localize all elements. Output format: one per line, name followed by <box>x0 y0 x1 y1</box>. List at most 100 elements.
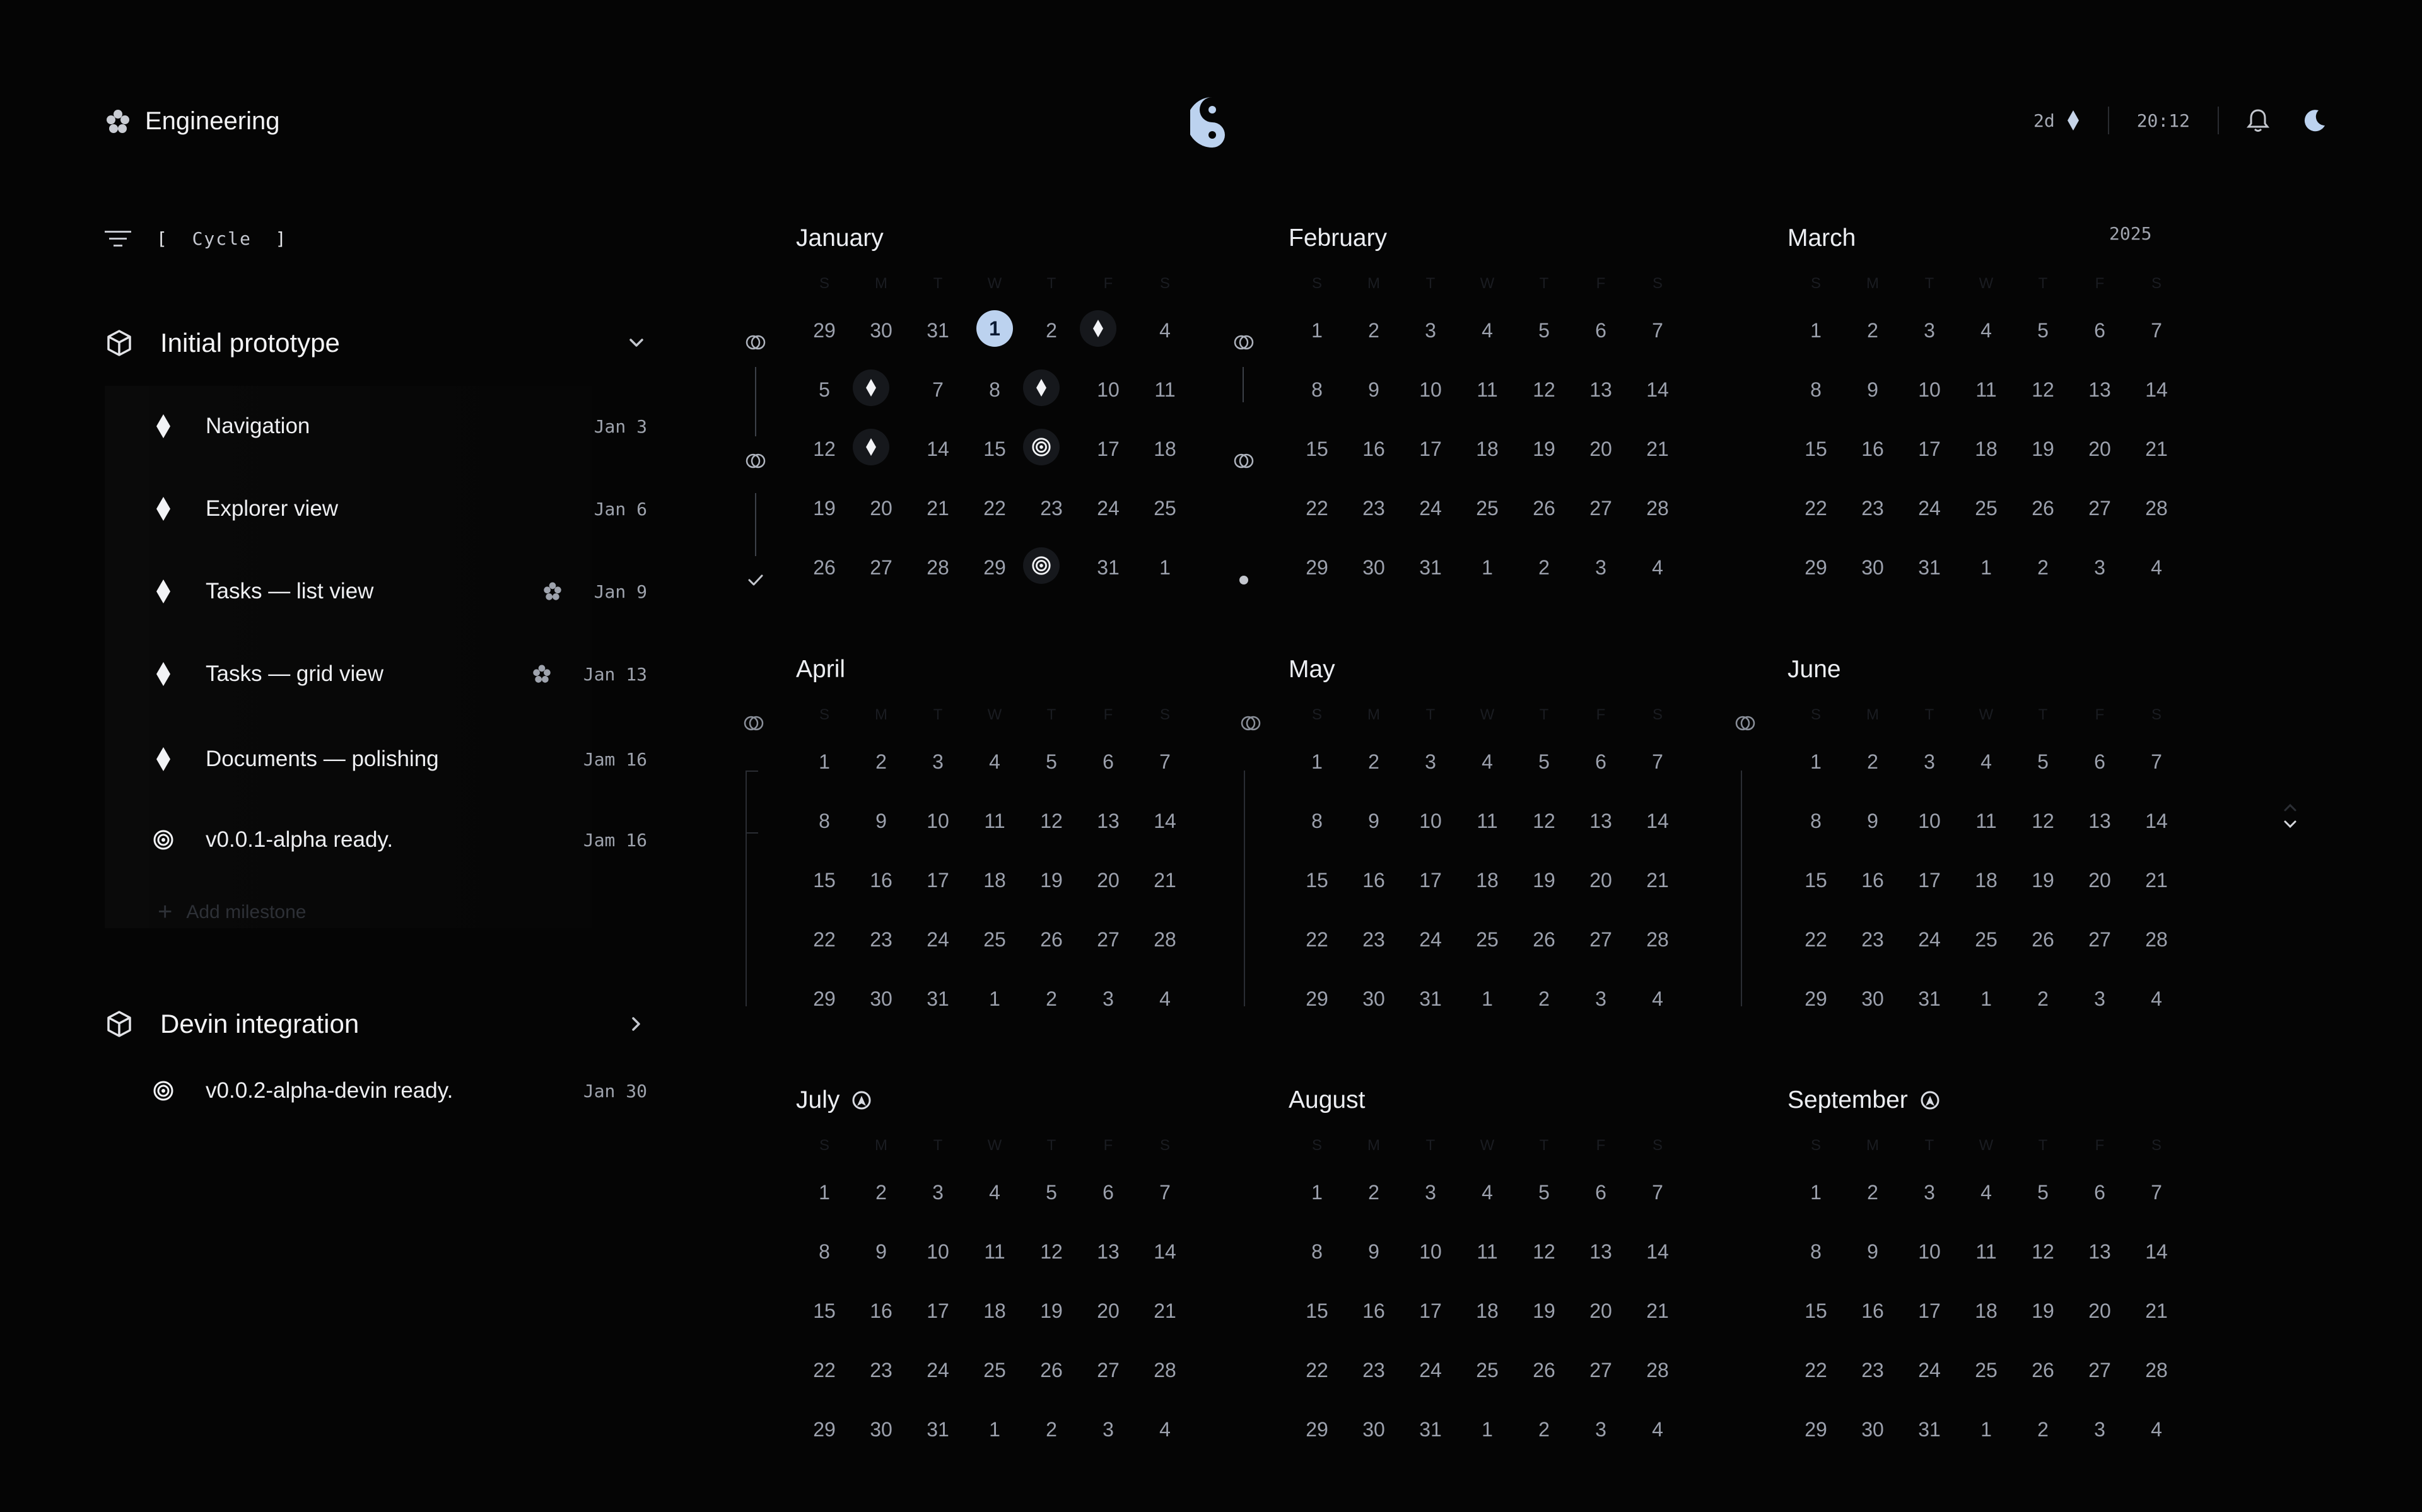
day-cell[interactable]: 13 <box>1080 1240 1137 1300</box>
day-cell[interactable]: 10 <box>1402 1240 1459 1300</box>
day-cell[interactable]: 15 <box>796 1300 853 1359</box>
chevron-right-icon[interactable] <box>626 1013 647 1035</box>
day-cell[interactable]: 10 <box>1901 1240 1958 1300</box>
day-cell[interactable]: 22 <box>1289 497 1345 556</box>
day-cell[interactable]: 20 <box>1572 1300 1629 1359</box>
day-cell[interactable]: 3 <box>2071 1418 2128 1477</box>
day-cell[interactable]: 2 <box>1844 1181 1901 1240</box>
day-cell[interactable]: 18 <box>1459 869 1516 928</box>
day-cell[interactable]: 10 <box>910 810 966 869</box>
day-cell[interactable]: 31 <box>910 1418 966 1477</box>
day-cell[interactable]: 19 <box>2015 869 2071 928</box>
day-cell[interactable]: 5 <box>1516 319 1572 378</box>
day-cell[interactable]: 15 <box>1289 869 1345 928</box>
diamond-icon[interactable] <box>853 429 889 465</box>
day-cell[interactable]: 12 <box>2015 810 2071 869</box>
day-cell[interactable] <box>1023 369 1080 438</box>
day-cell[interactable]: 19 <box>2015 1300 2071 1359</box>
day-cell[interactable]: 28 <box>1629 497 1686 556</box>
day-cell[interactable]: 31 <box>1901 987 1958 1047</box>
day-cell[interactable]: 3 <box>1901 750 1958 810</box>
day-cell[interactable]: 5 <box>2015 1181 2071 1240</box>
day-cell[interactable]: 30 <box>1345 1418 1402 1477</box>
day-cell[interactable]: 3 <box>1901 1181 1958 1240</box>
day-cell[interactable]: 19 <box>1516 869 1572 928</box>
day-cell[interactable]: 10 <box>1402 378 1459 438</box>
day-cell[interactable]: 25 <box>1958 497 2015 556</box>
day-cell[interactable]: 23 <box>853 928 910 987</box>
day-cell[interactable]: 31 <box>1402 987 1459 1047</box>
day-cell[interactable]: 13 <box>1572 1240 1629 1300</box>
day-cell[interactable]: 7 <box>2128 1181 2185 1240</box>
day-cell[interactable]: 25 <box>966 928 1023 987</box>
day-cell[interactable]: 30 <box>853 987 910 1047</box>
day-cell[interactable]: 19 <box>2015 438 2071 497</box>
day-cell[interactable]: 29 <box>1289 1418 1345 1477</box>
day-cell[interactable]: 27 <box>1572 928 1629 987</box>
day-cell[interactable]: 17 <box>1901 869 1958 928</box>
bell-icon[interactable] <box>2247 108 2269 133</box>
target-icon[interactable] <box>1023 429 1060 465</box>
day-cell[interactable]: 6 <box>1080 750 1137 810</box>
target-icon[interactable] <box>1023 547 1060 584</box>
day-cell[interactable]: 28 <box>2128 1359 2185 1418</box>
day-cell[interactable]: 11 <box>1958 378 2015 438</box>
day-cell[interactable]: 24 <box>1402 497 1459 556</box>
day-cell[interactable]: 24 <box>1901 928 1958 987</box>
day-cell[interactable]: 16 <box>1844 1300 1901 1359</box>
year-label[interactable]: 2025 <box>2109 223 2151 244</box>
day-cell[interactable]: 19 <box>1023 869 1080 928</box>
milestone-item[interactable]: v0.0.2-alpha-devin ready. Jan 30 <box>105 1072 647 1110</box>
day-cell[interactable]: 13 <box>2071 810 2128 869</box>
milestone-item[interactable]: v0.0.1-alpha ready. Jam 16 <box>105 821 647 859</box>
day-cell[interactable]: 12 <box>1516 378 1572 438</box>
day-cell[interactable]: 3 <box>1402 1181 1459 1240</box>
day-cell[interactable]: 2 <box>2015 987 2071 1047</box>
day-cell[interactable]: 4 <box>966 750 1023 810</box>
day-cell[interactable]: 26 <box>2015 497 2071 556</box>
day-cell[interactable]: 30 <box>853 1418 910 1477</box>
day-cell[interactable]: 1 <box>966 310 1023 378</box>
day-cell[interactable]: 12 <box>1516 810 1572 869</box>
day-cell[interactable]: 18 <box>1459 1300 1516 1359</box>
day-cell[interactable]: 1 <box>1958 1418 2015 1477</box>
day-cell[interactable]: 22 <box>966 497 1023 556</box>
day-cell[interactable]: 1 <box>1137 556 1193 615</box>
day-cell[interactable]: 17 <box>1402 1300 1459 1359</box>
day-cell[interactable]: 4 <box>966 1181 1023 1240</box>
day-cell[interactable]: 18 <box>1137 438 1193 497</box>
milestone-item[interactable]: Explorer view Jan 6 <box>105 490 647 528</box>
day-cell[interactable]: 31 <box>910 319 966 378</box>
assignee-flower-icon[interactable] <box>532 664 552 684</box>
milestone-item[interactable]: Documents — polishing Jam 16 <box>105 740 647 778</box>
day-cell[interactable]: 17 <box>910 869 966 928</box>
day-cell[interactable]: 9 <box>1844 378 1901 438</box>
add-milestone-button[interactable]: + Add milestone <box>158 898 306 926</box>
day-cell[interactable]: 8 <box>1787 1240 1844 1300</box>
day-cell[interactable]: 3 <box>1572 556 1629 615</box>
day-cell[interactable]: 1 <box>1787 1181 1844 1240</box>
day-cell[interactable]: 31 <box>910 987 966 1047</box>
day-cell[interactable]: 16 <box>853 869 910 928</box>
day-cell[interactable]: 20 <box>2071 438 2128 497</box>
day-cell[interactable]: 22 <box>796 1359 853 1418</box>
day-cell[interactable]: 30 <box>853 319 910 378</box>
day-cell[interactable]: 2 <box>1516 556 1572 615</box>
day-cell[interactable]: 3 <box>1080 1418 1137 1477</box>
day-cell[interactable]: 4 <box>1459 319 1516 378</box>
day-cell[interactable]: 5 <box>2015 319 2071 378</box>
diamond-icon[interactable] <box>1023 369 1060 406</box>
day-cell[interactable]: 9 <box>1345 378 1402 438</box>
day-cell[interactable]: 22 <box>1787 497 1844 556</box>
day-cell[interactable]: 5 <box>1516 750 1572 810</box>
day-cell[interactable]: 11 <box>1137 378 1193 438</box>
yin-yang-icon[interactable] <box>1190 96 1234 149</box>
day-cell[interactable]: 5 <box>796 378 853 438</box>
day-cell[interactable]: 26 <box>1516 928 1572 987</box>
day-cell[interactable]: 5 <box>1023 1181 1080 1240</box>
day-cell[interactable]: 19 <box>1516 1300 1572 1359</box>
day-cell[interactable]: 20 <box>1572 438 1629 497</box>
day-cell[interactable]: 27 <box>1572 1359 1629 1418</box>
day-cell[interactable]: 30 <box>1844 987 1901 1047</box>
day-cell[interactable]: 8 <box>1787 810 1844 869</box>
